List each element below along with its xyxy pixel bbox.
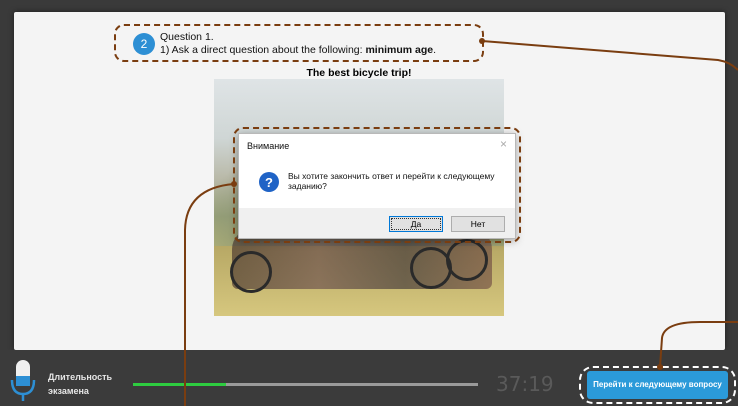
annotation-lines [184,38,738,406]
exam-screen: 2 Question 1. 1) Ask a direct question a… [0,0,738,406]
